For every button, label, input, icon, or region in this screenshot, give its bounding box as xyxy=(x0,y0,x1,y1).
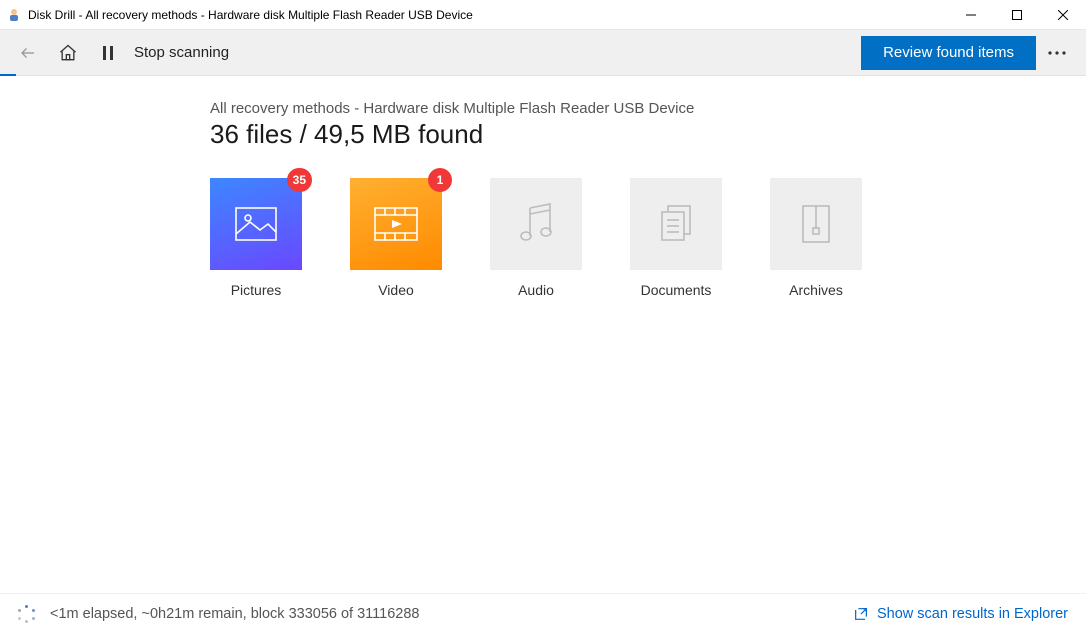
video-icon xyxy=(373,206,419,242)
home-button[interactable] xyxy=(48,30,88,76)
window-maximize-button[interactable] xyxy=(994,0,1040,30)
category-tiles: 35 Pictures 1 xyxy=(210,178,930,298)
video-tile[interactable]: 1 xyxy=(350,178,442,270)
documents-icon xyxy=(656,202,696,246)
app-icon xyxy=(6,7,22,23)
category-video[interactable]: 1 Video xyxy=(350,178,442,298)
category-archives[interactable]: Archives xyxy=(770,178,862,298)
progress-accent xyxy=(0,74,16,76)
headline: 36 files / 49,5 MB found xyxy=(210,119,930,150)
pause-button[interactable] xyxy=(88,30,128,76)
video-label: Video xyxy=(378,282,414,298)
back-button[interactable] xyxy=(8,30,48,76)
breadcrumb: All recovery methods - Hardware disk Mul… xyxy=(210,100,930,117)
show-in-explorer-label: Show scan results in Explorer xyxy=(877,606,1068,622)
archives-label: Archives xyxy=(789,282,843,298)
status-bar: <1m elapsed, ~0h21m remain, block 333056… xyxy=(0,593,1086,633)
window-titlebar: Disk Drill - All recovery methods - Hard… xyxy=(0,0,1086,30)
more-menu-button[interactable] xyxy=(1036,30,1078,76)
documents-tile[interactable] xyxy=(630,178,722,270)
audio-tile[interactable] xyxy=(490,178,582,270)
category-audio[interactable]: Audio xyxy=(490,178,582,298)
stop-scanning-label[interactable]: Stop scanning xyxy=(134,44,229,61)
window-minimize-button[interactable] xyxy=(948,0,994,30)
archives-tile[interactable] xyxy=(770,178,862,270)
pictures-badge: 35 xyxy=(287,168,312,192)
status-text: <1m elapsed, ~0h21m remain, block 333056… xyxy=(50,606,419,622)
main-content: All recovery methods - Hardware disk Mul… xyxy=(0,76,1086,593)
review-found-items-button[interactable]: Review found items xyxy=(861,36,1036,70)
window-close-button[interactable] xyxy=(1040,0,1086,30)
audio-icon xyxy=(516,202,556,246)
video-badge: 1 xyxy=(428,168,452,192)
audio-label: Audio xyxy=(518,282,554,298)
spinner-icon xyxy=(18,605,36,623)
archives-icon xyxy=(799,202,833,246)
show-in-explorer-link[interactable]: Show scan results in Explorer xyxy=(853,606,1068,622)
toolbar: Stop scanning Review found items xyxy=(0,30,1086,76)
pictures-tile[interactable]: 35 xyxy=(210,178,302,270)
documents-label: Documents xyxy=(641,282,712,298)
category-pictures[interactable]: 35 Pictures xyxy=(210,178,302,298)
window-title: Disk Drill - All recovery methods - Hard… xyxy=(28,8,473,22)
pictures-icon xyxy=(234,204,278,244)
category-documents[interactable]: Documents xyxy=(630,178,722,298)
open-external-icon xyxy=(853,606,869,622)
pictures-label: Pictures xyxy=(231,282,282,298)
